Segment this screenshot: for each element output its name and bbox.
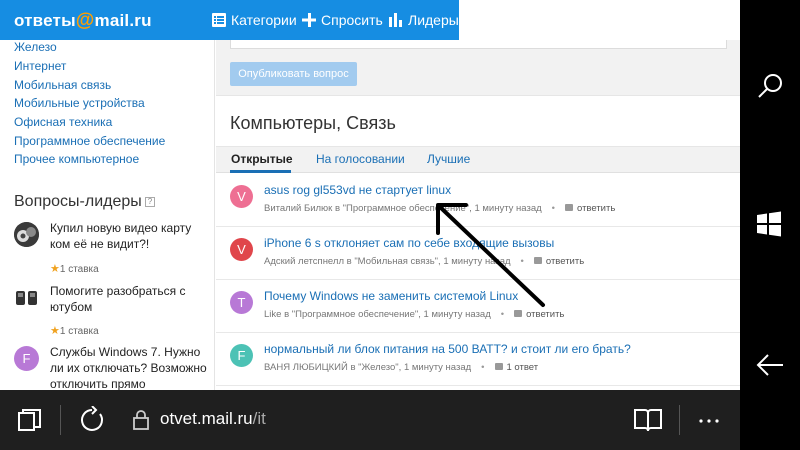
active-tab-indicator	[230, 170, 291, 173]
separator-dot: •	[551, 203, 555, 214]
leader-question-text[interactable]: Помогите разобраться с ютубом	[50, 283, 210, 315]
bet-badge: ★1 ставка	[50, 324, 99, 337]
url-path: /it	[252, 409, 266, 428]
badge-text: 1 ставка	[59, 264, 99, 275]
star-icon: ★	[50, 263, 60, 275]
logo-suffix: mail.ru	[94, 11, 152, 30]
question-textarea[interactable]	[230, 40, 727, 49]
list-icon	[212, 13, 226, 27]
divider	[679, 405, 680, 435]
comment-icon	[565, 204, 573, 211]
leader-question[interactable]: Помогите разобраться с ютубом ★1 ставка	[14, 283, 210, 337]
leader-question-text[interactable]: Купил новую видео карту ком её не видит?…	[50, 220, 210, 252]
answer-link[interactable]: ответить	[577, 203, 615, 214]
question-row[interactable]: F нормальный ли блок питания на 500 ВАТТ…	[216, 333, 740, 386]
comment-icon	[514, 310, 523, 317]
info-icon[interactable]: ?	[145, 197, 155, 207]
sidebar-item-hardware[interactable]: Железо	[14, 40, 57, 54]
browser-viewport: Опубликовать вопрос Компьютеры, Связь От…	[0, 0, 740, 390]
lock-icon	[133, 410, 149, 430]
tab-voting[interactable]: На голосовании	[316, 152, 405, 166]
publish-question-button[interactable]: Опубликовать вопрос	[230, 62, 357, 86]
browser-toolbar: otvet.mail.ru/it	[0, 390, 740, 450]
ask-form-area: Опубликовать вопрос	[216, 40, 740, 95]
nav-categories[interactable]: Категории	[212, 12, 297, 28]
badge-text: 1 ставка	[59, 326, 99, 337]
bet-badge: ★1 ставка	[50, 262, 99, 275]
nav-ask[interactable]: Спросить	[302, 12, 383, 28]
refresh-icon[interactable]	[78, 406, 106, 434]
sidebar-item-office-equipment[interactable]: Офисная техника	[14, 115, 112, 129]
address-bar[interactable]: otvet.mail.ru/it	[160, 409, 266, 429]
nav-leaders[interactable]: Лидеры	[389, 12, 459, 28]
answer-link[interactable]: ответить	[546, 256, 584, 267]
sidebar: Железо Интернет Мобильная связь Мобильны…	[0, 40, 215, 390]
os-navigation-bar	[740, 0, 800, 450]
more-icon[interactable]	[698, 418, 720, 424]
nav-label: Категории	[231, 12, 297, 28]
back-icon[interactable]	[755, 352, 785, 378]
meta-text: Like в "Программное обеспечение", 1 мину…	[264, 309, 491, 320]
search-icon[interactable]	[755, 72, 785, 102]
leader-question-text[interactable]: Службы Windows 7. Нужно ли их отключать?…	[50, 344, 210, 390]
avatar[interactable]: V	[230, 238, 253, 261]
tabs-bar	[216, 146, 740, 173]
avatar[interactable]: V	[230, 185, 253, 208]
sidebar-item-software[interactable]: Программное обеспечение	[14, 134, 165, 148]
bar-chart-icon	[389, 13, 402, 27]
logo-prefix: ответы	[14, 11, 76, 30]
annotation-arrow	[436, 203, 545, 307]
tabs-icon[interactable]	[18, 409, 42, 433]
avatar[interactable]: F	[230, 344, 253, 367]
meta-text: ВАНЯ ЛЮБИЦКИЙ в "Железо", 1 минуту назад	[264, 362, 472, 373]
nav-label: Спросить	[321, 12, 383, 28]
site-header: ответы@mail.ru Категории Спросить Лидеры	[0, 0, 459, 40]
section-title: Компьютеры, Связь	[230, 113, 396, 133]
avatar[interactable]: F	[14, 346, 39, 371]
sidebar-item-internet[interactable]: Интернет	[14, 59, 66, 73]
site-logo[interactable]: ответы@mail.ru	[14, 10, 152, 32]
logo-at: @	[75, 10, 95, 31]
sidebar-item-mobile-network[interactable]: Мобильная связь	[14, 78, 111, 92]
nav-label: Лидеры	[408, 12, 459, 28]
windows-start-icon[interactable]	[755, 210, 783, 238]
divider	[60, 405, 61, 435]
avatar[interactable]	[14, 222, 39, 247]
question-meta: ВАНЯ ЛЮБИЦКИЙ в "Железо", 1 минуту назад…	[264, 362, 538, 373]
comment-icon	[494, 363, 503, 370]
star-icon: ★	[50, 325, 60, 337]
sidebar-item-other[interactable]: Прочее компьютерное	[14, 152, 139, 166]
answer-link[interactable]: ответить	[526, 309, 564, 320]
reading-view-icon[interactable]	[633, 407, 663, 433]
tab-best[interactable]: Лучшие	[427, 152, 470, 166]
avatar[interactable]	[14, 285, 39, 310]
question-meta: Like в "Программное обеспечение", 1 мину…	[264, 309, 564, 320]
leader-question[interactable]: Купил новую видео карту ком её не видит?…	[14, 220, 210, 275]
url-host: otvet.mail.ru	[160, 409, 253, 428]
avatar[interactable]: T	[230, 291, 253, 314]
plus-icon	[302, 13, 316, 27]
leader-question[interactable]: F Службы Windows 7. Нужно ли их отключат…	[14, 344, 210, 390]
question-title[interactable]: asus rog gl553vd не стартует linux	[264, 183, 451, 197]
separator-dot: •	[481, 362, 485, 373]
leaders-title: Вопросы-лидеры	[14, 193, 142, 210]
sidebar-item-mobile-devices[interactable]: Мобильные устройства	[14, 96, 145, 110]
tab-open[interactable]: Открытые	[231, 152, 293, 166]
answer-link[interactable]: 1 ответ	[507, 362, 539, 373]
separator-dot: •	[500, 309, 505, 320]
divider	[216, 95, 740, 96]
question-title[interactable]: нормальный ли блок питания на 500 ВАТТ? …	[264, 342, 631, 356]
